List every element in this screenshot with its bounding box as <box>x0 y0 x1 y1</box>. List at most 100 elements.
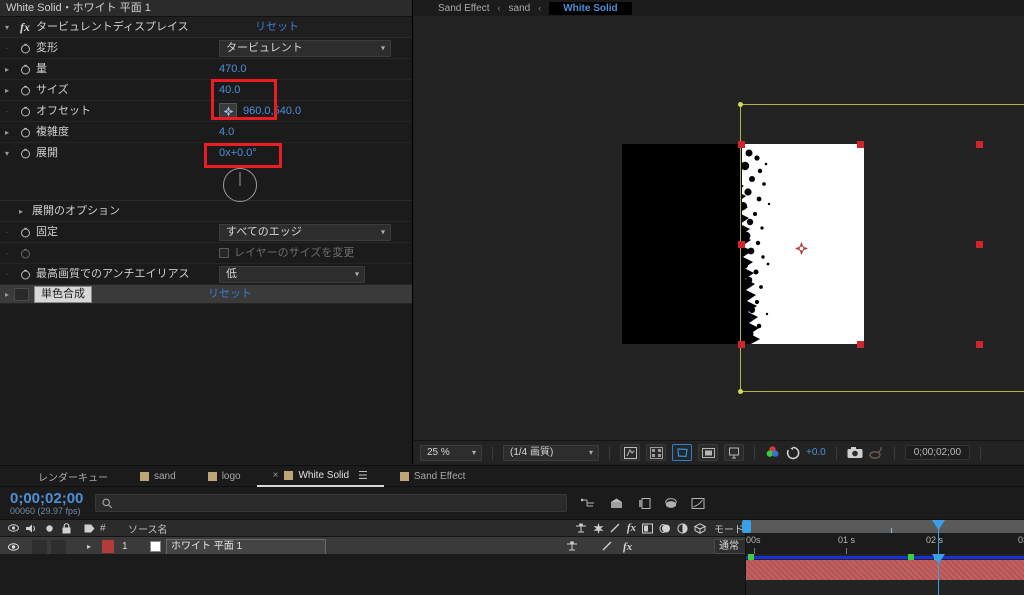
evolution-value[interactable]: 0x+0.0° <box>219 143 257 164</box>
reset-link-solid-composite[interactable]: リセット <box>208 285 252 304</box>
channel-rgb-icon[interactable] <box>765 445 780 460</box>
amount-value[interactable]: 470.0 <box>219 59 247 80</box>
layer-audio-cell[interactable] <box>32 539 47 554</box>
fx-icon: fx <box>20 19 30 34</box>
layer-duration-bar[interactable] <box>746 560 1024 580</box>
region-of-interest-icon[interactable] <box>672 444 692 461</box>
offset-point-picker-icon[interactable] <box>219 103 237 119</box>
search-field[interactable] <box>117 497 567 509</box>
search-icon <box>102 498 113 508</box>
resize-layer-checkbox[interactable] <box>219 248 229 258</box>
selection-handle[interactable] <box>976 141 983 148</box>
panel-menu-icon[interactable]: ☰ <box>358 469 368 482</box>
resolution-value: (1/4 画質) <box>510 446 554 458</box>
breadcrumb-item-sand[interactable]: sand <box>509 3 531 14</box>
pinning-select[interactable]: すべてのエッジ ▾ <box>219 223 391 241</box>
chevron-right-icon[interactable]: ▸ <box>0 285 14 304</box>
selection-handle[interactable] <box>857 141 864 148</box>
property-label-evolution-options: 展開のオプション <box>32 204 120 217</box>
mini-flowchart-icon[interactable] <box>581 497 596 510</box>
bounding-box-dot <box>738 389 743 394</box>
displacement-select[interactable]: タービュレント ▾ <box>219 39 391 57</box>
time-zoom-nub-left[interactable] <box>742 520 751 533</box>
tab-render-queue[interactable]: レンダーキュー <box>22 466 124 487</box>
graph-editor-icon[interactable] <box>691 497 705 510</box>
current-timecode[interactable]: 0;00;02;00 <box>10 491 83 506</box>
search-input[interactable] <box>95 494 568 512</box>
effect-enable-toggle[interactable] <box>14 287 29 301</box>
tab-label: logo <box>221 470 241 482</box>
stopwatch-icon[interactable] <box>14 227 36 238</box>
antialias-select[interactable]: 低 ▾ <box>219 265 365 283</box>
chevron-right-icon[interactable]: ▸ <box>0 122 14 143</box>
stopwatch-icon[interactable] <box>14 43 36 54</box>
chevron-right-icon[interactable]: ▸ <box>0 59 14 80</box>
shy-layers-icon[interactable] <box>664 497 678 510</box>
selection-handle[interactable] <box>738 141 745 148</box>
effect-controls-title: White Solid・ホワイト 平面 1 <box>0 0 412 17</box>
checkerboard-icon[interactable] <box>646 444 666 461</box>
evolution-dial[interactable] <box>223 168 257 202</box>
tab-logo[interactable]: logo <box>192 466 257 487</box>
viewer-timecode[interactable]: 0;00;02;00 <box>904 445 971 460</box>
stopwatch-icon[interactable] <box>14 64 36 75</box>
zoom-select[interactable]: 25 % ▾ <box>420 444 482 461</box>
resolution-select[interactable]: (1/4 画質) ▾ <box>503 444 599 461</box>
selection-handle[interactable] <box>738 341 745 348</box>
motion-blur-icon[interactable] <box>637 497 651 510</box>
stopwatch-icon[interactable] <box>14 269 36 280</box>
timeline-ruler[interactable]: 00s 01 s 02 s 03 <box>742 520 1024 554</box>
playhead[interactable] <box>938 520 939 554</box>
col-source-name[interactable]: ソース名 <box>122 520 560 536</box>
work-area-bar[interactable] <box>742 520 1024 533</box>
timeline-empty-area[interactable] <box>0 554 745 595</box>
effect-header-turbulent-displace[interactable]: ▾ fx タービュレントディスプレイス リセット <box>0 17 412 38</box>
viewer-stage[interactable] <box>414 16 1024 440</box>
draft-3d-icon[interactable] <box>609 497 624 510</box>
chevron-down-icon[interactable]: ▾ <box>0 17 14 38</box>
offset-value[interactable]: 960.0,540.0 <box>243 101 301 122</box>
show-snapshot-icon[interactable] <box>869 446 884 459</box>
stopwatch-icon[interactable] <box>14 148 36 159</box>
mask-overlay-icon[interactable] <box>698 444 718 461</box>
stopwatch-icon[interactable] <box>14 106 36 117</box>
selection-handle[interactable] <box>976 241 983 248</box>
chevron-right-icon[interactable]: ▸ <box>0 80 14 101</box>
col-layer-switches: fx <box>560 520 710 536</box>
layer-track-row[interactable] <box>746 554 1024 580</box>
tab-sand-effect[interactable]: Sand Effect <box>384 466 482 487</box>
breadcrumb-item-sand-effect[interactable]: Sand Effect <box>438 3 490 14</box>
size-value[interactable]: 40.0 <box>219 80 240 101</box>
effect-header-solid-composite[interactable]: ▸ 単色合成 リセット <box>0 285 412 304</box>
exposure-value[interactable]: +0.0 <box>806 447 826 458</box>
layer-name-field[interactable]: ホワイト 平面 1 <box>166 538 326 555</box>
complexity-value[interactable]: 4.0 <box>219 122 234 143</box>
breadcrumb-item-white-solid[interactable]: White Solid <box>549 1 632 15</box>
selection-handle[interactable] <box>857 341 864 348</box>
property-row-evolution-options[interactable]: ▸ 展開のオプション <box>0 201 412 222</box>
snapshot-camera-icon[interactable] <box>847 446 863 459</box>
close-icon[interactable]: × <box>273 470 279 481</box>
chevron-down-icon[interactable]: ▾ <box>0 143 14 164</box>
selection-handle[interactable] <box>738 241 745 248</box>
pinning-value: すべてのエッジ <box>226 225 302 238</box>
label-color-swatch[interactable] <box>102 540 114 553</box>
selection-handle[interactable] <box>976 341 983 348</box>
chevron-right-icon[interactable]: ▸ <box>14 201 28 222</box>
quality-toggle-icon[interactable] <box>602 541 613 552</box>
timecode-block[interactable]: 0;00;02;00 00060 (29.97 fps) <box>10 491 83 516</box>
col-number-label: # <box>100 522 106 534</box>
stopwatch-icon[interactable] <box>14 85 36 96</box>
exposure-reset-icon[interactable] <box>786 446 800 460</box>
transparency-grid-icon[interactable] <box>620 444 640 461</box>
reset-link-turbulent[interactable]: リセット <box>255 17 299 38</box>
guides-icon[interactable] <box>724 444 744 461</box>
fx-icon[interactable]: fx <box>623 541 632 553</box>
timeline-track-area[interactable] <box>745 554 1024 595</box>
tab-sand[interactable]: sand <box>124 466 192 487</box>
layer-solo-cell[interactable] <box>51 539 66 554</box>
playhead-track[interactable] <box>938 554 939 595</box>
tab-white-solid[interactable]: × White Solid ☰ <box>256 466 384 487</box>
stopwatch-icon[interactable] <box>14 127 36 138</box>
collapse-transform-icon[interactable] <box>566 541 578 552</box>
